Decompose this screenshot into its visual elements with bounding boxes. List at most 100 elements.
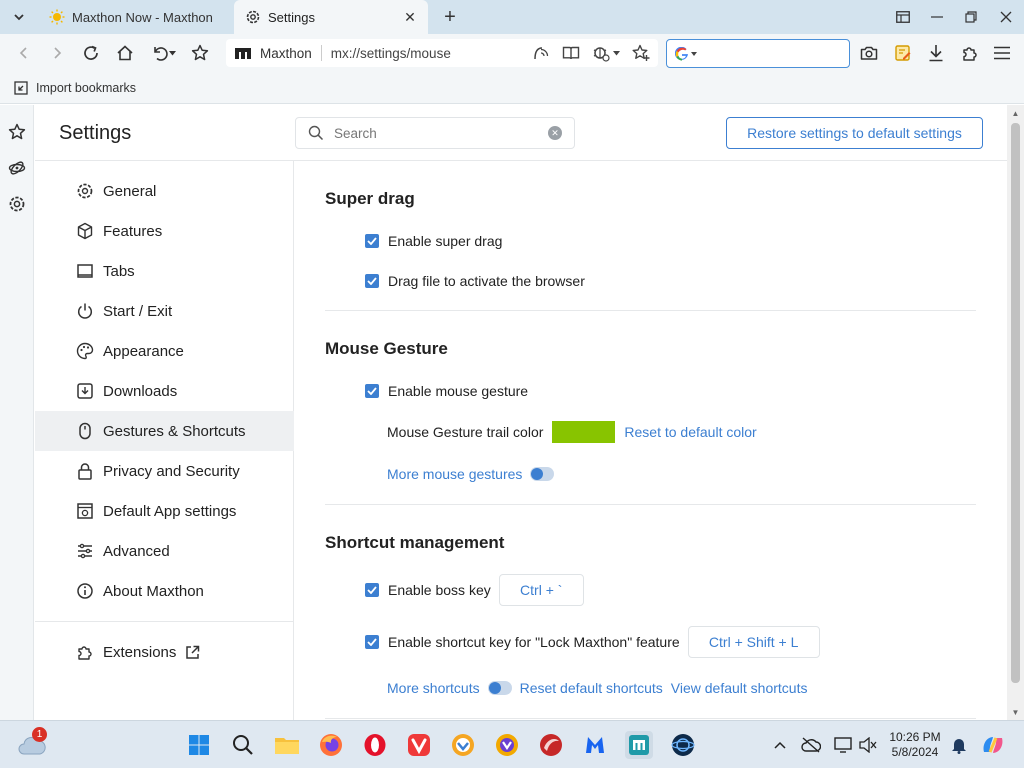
nav-item-downloads[interactable]: Downloads xyxy=(35,371,294,411)
nav-item-general[interactable]: General xyxy=(35,171,294,211)
scrollbar[interactable]: ▲ ▼ xyxy=(1007,105,1024,720)
opera-app[interactable] xyxy=(361,731,389,759)
settings-panel-button[interactable] xyxy=(6,193,28,215)
view-shortcuts-link[interactable]: View default shortcuts xyxy=(671,680,808,696)
malwarebytes-app[interactable] xyxy=(581,731,609,759)
screenshot-button[interactable] xyxy=(857,41,881,65)
adblock-button[interactable] xyxy=(592,44,620,62)
reset-color-link[interactable]: Reset to default color xyxy=(624,424,756,440)
more-shortcuts-link[interactable]: More shortcuts xyxy=(387,680,480,696)
search-engine-box[interactable] xyxy=(666,39,877,68)
add-favorite-icon[interactable] xyxy=(632,44,650,62)
close-window-button[interactable] xyxy=(994,5,1018,29)
vivaldi-app[interactable] xyxy=(405,731,433,759)
show-hidden-icons[interactable] xyxy=(766,731,794,759)
enable-mouse-gesture-row[interactable]: Enable mouse gesture xyxy=(365,383,528,399)
nav-item-privacy[interactable]: Privacy and Security xyxy=(35,451,294,491)
boss-key-field[interactable]: Ctrl + ` xyxy=(498,574,584,606)
minimize-button[interactable] xyxy=(925,5,949,29)
scroll-thumb[interactable] xyxy=(1011,123,1020,683)
undo-close-button[interactable] xyxy=(146,41,180,65)
power-icon xyxy=(75,301,95,321)
import-bookmarks-link[interactable]: Import bookmarks xyxy=(36,81,136,95)
tray-display[interactable] xyxy=(829,731,857,759)
sidebar-toggle-icon[interactable] xyxy=(891,5,915,29)
nav-item-gestures-shortcuts[interactable]: Gestures & Shortcuts xyxy=(35,411,294,451)
settings-search[interactable]: ✕ xyxy=(295,117,575,149)
address-url[interactable]: mx://settings/mouse xyxy=(331,46,532,61)
nav-item-appearance[interactable]: Appearance xyxy=(35,331,294,371)
start-button[interactable] xyxy=(185,731,213,759)
close-tab-icon[interactable]: ✕ xyxy=(402,9,418,26)
more-shortcuts-toggle[interactable] xyxy=(487,681,512,695)
weather-widget[interactable]: 1 xyxy=(18,727,47,759)
forward-button[interactable] xyxy=(45,41,69,65)
copilot-button[interactable] xyxy=(979,731,1007,759)
scroll-down-arrow[interactable]: ▼ xyxy=(1007,704,1024,720)
nav-item-start-exit[interactable]: Start / Exit xyxy=(35,291,294,331)
taskbar-search[interactable] xyxy=(229,731,257,759)
boss-key-checkbox[interactable] xyxy=(365,583,379,597)
enable-super-drag-checkbox[interactable] xyxy=(365,234,379,248)
notes-button[interactable] xyxy=(891,41,915,65)
nav-item-extensions[interactable]: Extensions xyxy=(35,632,294,672)
checkbox-label: Enable boss key xyxy=(388,582,491,598)
firefox-app[interactable] xyxy=(317,731,345,759)
firefox-icon xyxy=(320,734,342,756)
restore-defaults-button[interactable]: Restore settings to default settings xyxy=(726,117,983,149)
restore-button[interactable] xyxy=(959,5,983,29)
nav-item-default-app[interactable]: Default App settings xyxy=(35,491,294,531)
reload-button[interactable] xyxy=(79,41,103,65)
search-engine-input[interactable] xyxy=(701,46,877,61)
new-tab-button[interactable]: + xyxy=(438,5,462,29)
more-gestures-toggle[interactable] xyxy=(530,467,555,481)
file-explorer-app[interactable] xyxy=(273,731,301,759)
browser-app-1[interactable] xyxy=(449,731,477,759)
clear-search-icon[interactable]: ✕ xyxy=(548,126,562,140)
check-icon xyxy=(367,586,377,594)
reader-mode-icon[interactable] xyxy=(562,45,580,61)
nav-item-advanced[interactable]: Advanced xyxy=(35,531,294,571)
home-button[interactable] xyxy=(113,41,137,65)
lock-shortcut-field[interactable]: Ctrl + Shift + L xyxy=(687,626,820,658)
boss-key-row[interactable]: Enable boss key Ctrl + ` xyxy=(365,574,584,606)
tab-list-button[interactable] xyxy=(6,6,32,28)
back-button[interactable] xyxy=(12,41,36,65)
checkbox-label: Drag file to activate the browser xyxy=(388,273,585,289)
trail-color-swatch[interactable] xyxy=(552,421,616,443)
maxthon-app[interactable] xyxy=(625,731,653,759)
main-menu-button[interactable] xyxy=(990,41,1014,65)
tab-settings[interactable]: Settings ✕ xyxy=(234,0,428,34)
arrow-left-icon xyxy=(19,47,27,59)
browser-app-3[interactable] xyxy=(537,731,565,759)
nav-item-features[interactable]: Features xyxy=(35,211,294,251)
tray-volume[interactable] xyxy=(854,731,882,759)
enable-mouse-gesture-checkbox[interactable] xyxy=(365,384,379,398)
tray-cloud[interactable] xyxy=(797,731,825,759)
extensions-button[interactable] xyxy=(958,41,982,65)
search-input[interactable] xyxy=(334,125,548,141)
address-bar[interactable]: Maxthon mx://settings/mouse xyxy=(226,39,658,67)
tab-maxthon-now[interactable]: Maxthon Now - Maxthon xyxy=(38,0,234,34)
nav-item-tabs[interactable]: Tabs xyxy=(35,251,294,291)
read-aloud-icon[interactable] xyxy=(532,45,550,61)
downloads-button[interactable] xyxy=(924,41,948,65)
favorites-panel-button[interactable] xyxy=(6,121,28,143)
favorites-button[interactable] xyxy=(188,41,212,65)
browser-app-4[interactable] xyxy=(669,731,697,759)
drag-file-checkbox[interactable] xyxy=(365,274,379,288)
notifications-button[interactable] xyxy=(945,731,973,759)
browser-app-2[interactable] xyxy=(493,731,521,759)
enable-super-drag-row[interactable]: Enable super drag xyxy=(365,233,502,249)
drag-file-row[interactable]: Drag file to activate the browser xyxy=(365,273,585,289)
star-icon xyxy=(191,44,209,61)
google-icon[interactable] xyxy=(675,46,697,61)
reset-shortcuts-link[interactable]: Reset default shortcuts xyxy=(520,680,663,696)
more-mouse-gestures-link[interactable]: More mouse gestures xyxy=(387,466,522,482)
nav-item-about[interactable]: About Maxthon xyxy=(35,571,294,611)
lock-shortcut-row[interactable]: Enable shortcut key for "Lock Maxthon" f… xyxy=(365,626,820,658)
scroll-up-arrow[interactable]: ▲ xyxy=(1007,105,1024,121)
clock[interactable]: 10:26 PM 5/8/2024 xyxy=(880,730,950,760)
vpn-panel-button[interactable] xyxy=(6,157,28,179)
lock-shortcut-checkbox[interactable] xyxy=(365,635,379,649)
